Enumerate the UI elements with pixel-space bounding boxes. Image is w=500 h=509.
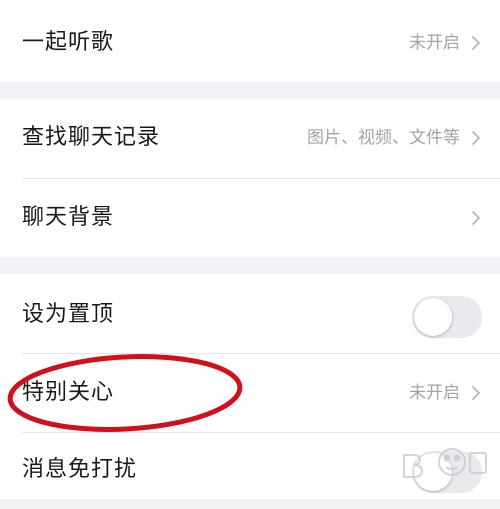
pin-to-top-toggle[interactable]: [412, 296, 482, 338]
do-not-disturb-toggle[interactable]: [412, 451, 482, 493]
row-chat-background[interactable]: 聊天背景: [0, 179, 500, 257]
row-pin-to-top: 设为置顶: [0, 276, 500, 354]
toggle-knob: [414, 298, 452, 336]
row-listen-together[interactable]: 一起听歌 未开启: [0, 4, 500, 82]
chevron-right-icon: [472, 386, 480, 400]
row-listen-together-label: 一起听歌: [22, 30, 115, 55]
row-chat-background-label: 聊天背景: [22, 205, 115, 230]
settings-section-chat: 查找聊天记录 图片、视频、文件等 聊天背景: [0, 99, 500, 257]
row-listen-together-status: 未开启: [409, 33, 460, 53]
row-pin-to-top-label: 设为置顶: [22, 302, 115, 327]
row-special-care[interactable]: 特别关心 未开启: [0, 354, 500, 432]
row-special-care-label: 特别关心: [22, 380, 115, 405]
row-do-not-disturb: 消息免打扰: [0, 431, 500, 509]
chevron-right-icon: [472, 211, 480, 225]
chevron-right-icon: [472, 131, 480, 145]
row-search-chat-history-label: 查找聊天记录: [22, 125, 161, 150]
row-special-care-status: 未开启: [409, 383, 460, 403]
toggle-knob: [414, 453, 452, 491]
row-search-chat-history-hint: 图片、视频、文件等: [307, 128, 460, 148]
row-search-chat-history[interactable]: 查找聊天记录 图片、视频、文件等: [0, 99, 500, 177]
row-do-not-disturb-label: 消息免打扰: [22, 457, 138, 482]
settings-section-listen: 一起听歌 未开启: [0, 0, 500, 82]
settings-section-notify: 设为置顶 特别关心 未开启 消息免打扰: [0, 274, 500, 499]
chevron-right-icon: [472, 36, 480, 50]
